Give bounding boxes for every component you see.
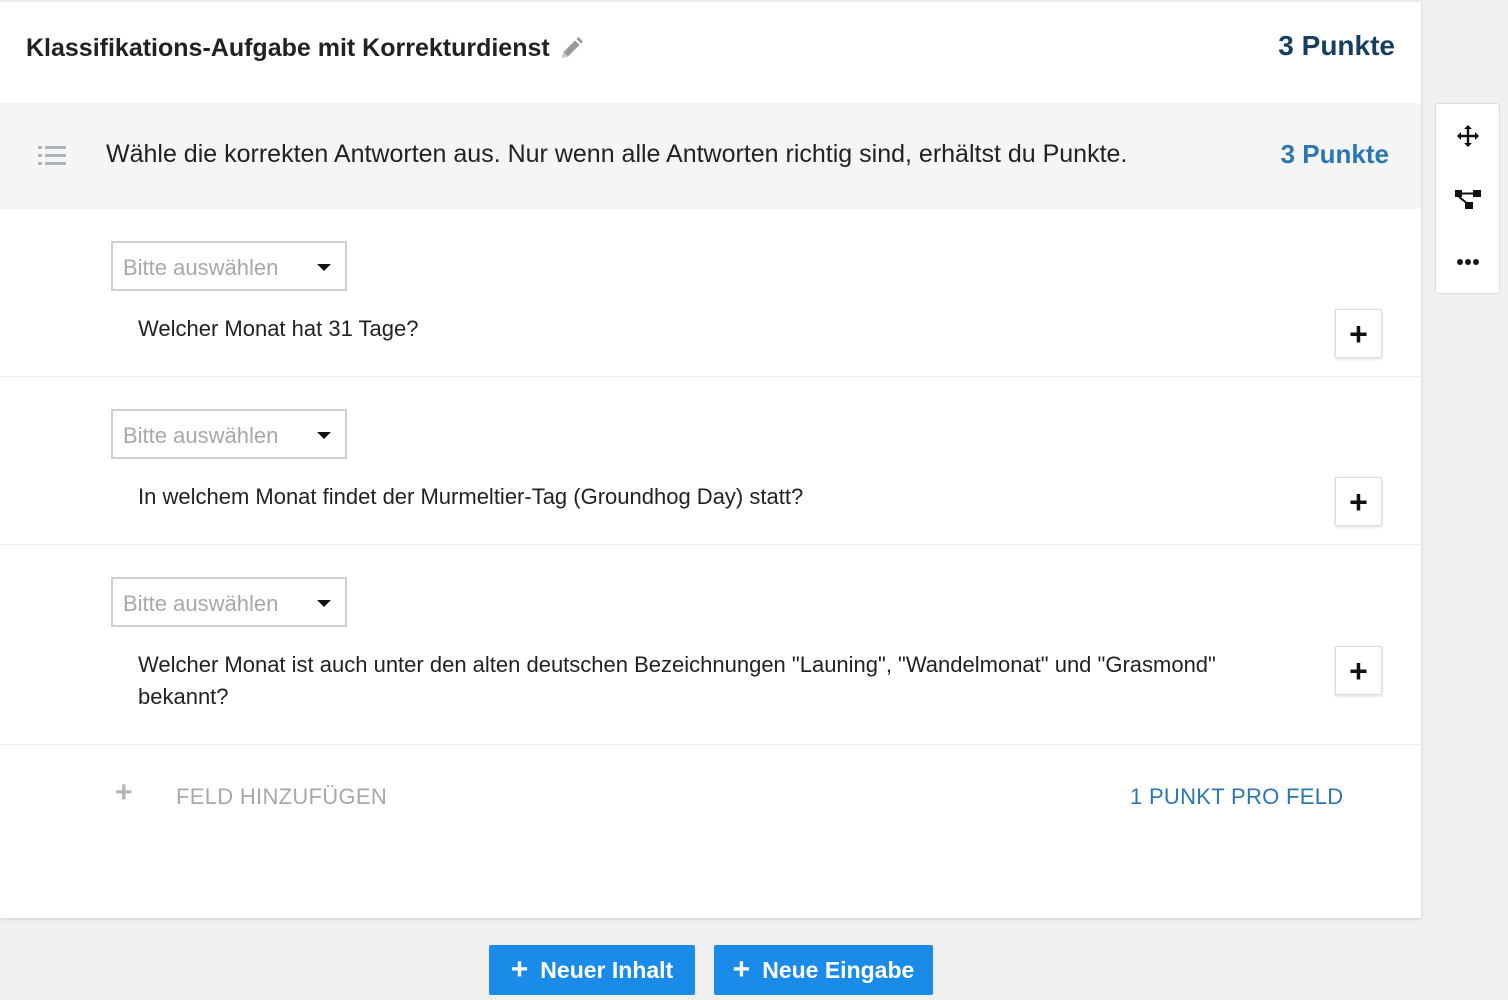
instruction-bar: Wähle die korrekten Antworten aus. Nur w… xyxy=(0,103,1421,209)
answer-select[interactable]: Bitte auswählen xyxy=(111,241,347,291)
total-points: 3 Punkte xyxy=(1278,30,1395,61)
add-answer-button[interactable]: + xyxy=(1335,309,1382,358)
list-icon[interactable] xyxy=(38,145,66,167)
add-answer-button[interactable]: + xyxy=(1335,646,1382,695)
caret-down-icon xyxy=(317,432,331,439)
question-text: Welcher Monat hat 31 Tage? xyxy=(138,316,419,341)
list-item: Bitte auswählen Welcher Monat ist auch u… xyxy=(0,545,1421,745)
new-input-button[interactable]: + Neue Eingabe xyxy=(714,945,933,995)
points-per-field-link[interactable]: 1 PUNKT PRO FELD xyxy=(1130,784,1343,810)
pencil-icon[interactable] xyxy=(558,36,584,62)
task-card: Klassifikations-Aufgabe mit Korrekturdie… xyxy=(0,2,1421,918)
new-content-button[interactable]: + Neuer Inhalt xyxy=(489,945,695,995)
task-title-wrap: Klassifikations-Aufgabe mit Korrekturdie… xyxy=(26,34,584,63)
plus-icon: + xyxy=(510,953,529,986)
list-item: Bitte auswählen Welcher Monat hat 31 Tag… xyxy=(0,209,1421,377)
plus-icon: + xyxy=(1349,652,1368,689)
plus-icon: + xyxy=(1349,315,1368,352)
select-placeholder: Bitte auswählen xyxy=(123,255,279,280)
select-placeholder: Bitte auswählen xyxy=(123,423,279,448)
new-input-label: Neue Eingabe xyxy=(762,956,915,983)
instruction-text: Wähle die korrekten Antworten aus. Nur w… xyxy=(106,140,1128,168)
task-header: Klassifikations-Aufgabe mit Korrekturdie… xyxy=(0,2,1421,103)
plus-icon: + xyxy=(732,953,751,986)
instruction-points: 3 Punkte xyxy=(1280,139,1389,169)
caret-down-icon xyxy=(317,264,331,271)
answer-select[interactable]: Bitte auswählen xyxy=(111,577,347,627)
move-icon[interactable] xyxy=(1454,122,1482,150)
answer-select[interactable]: Bitte auswählen xyxy=(111,409,347,459)
add-field-button[interactable]: FELD HINZUFÜGEN xyxy=(176,784,387,810)
question-text: Welcher Monat ist auch unter den alten d… xyxy=(138,652,1216,709)
hierarchy-icon[interactable] xyxy=(1454,185,1482,213)
plus-icon[interactable]: + xyxy=(115,778,133,808)
more-icon[interactable] xyxy=(1454,248,1482,276)
add-answer-button[interactable]: + xyxy=(1335,477,1382,526)
add-field-row: + FELD HINZUFÜGEN 1 PUNKT PRO FELD xyxy=(0,762,1421,822)
task-title: Klassifikations-Aufgabe mit Korrekturdie… xyxy=(26,34,550,62)
question-text: In welchem Monat findet der Murmeltier-T… xyxy=(138,484,804,509)
list-item: Bitte auswählen In welchem Monat findet … xyxy=(0,377,1421,545)
select-placeholder: Bitte auswählen xyxy=(123,591,279,616)
plus-icon: + xyxy=(1349,483,1368,520)
caret-down-icon xyxy=(317,600,331,607)
side-toolbar xyxy=(1435,103,1500,294)
new-content-label: Neuer Inhalt xyxy=(540,956,674,983)
